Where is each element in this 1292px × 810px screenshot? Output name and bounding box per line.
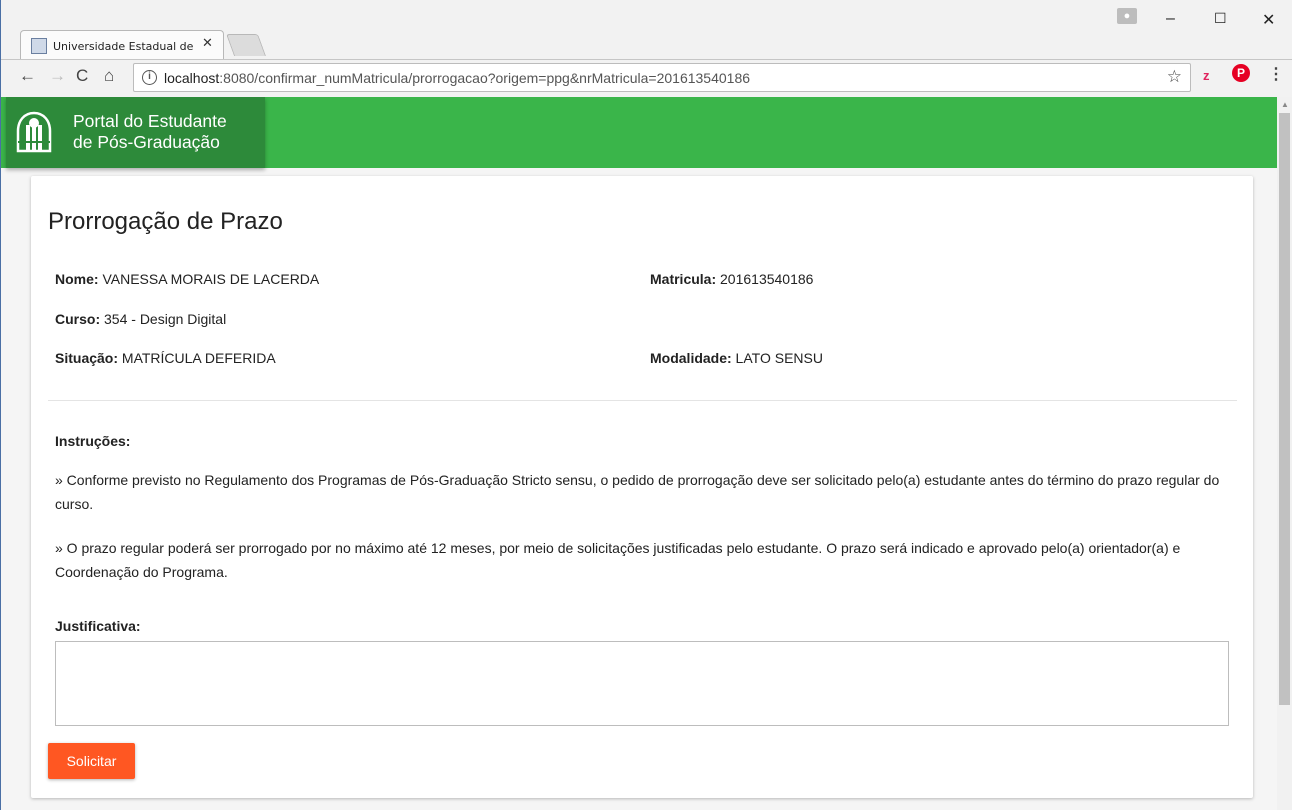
forward-icon[interactable]: → — [49, 66, 66, 86]
page-viewport: Portal do Estudante de Pós-Graduação Pro… — [1, 97, 1277, 810]
vertical-scrollbar[interactable]: ▲ — [1277, 97, 1292, 810]
curso-field: Curso: 354 - Design Digital — [55, 311, 227, 327]
pinterest-extension-icon[interactable]: P — [1232, 64, 1250, 82]
modalidade-field: Modalidade: LATO SENSU — [650, 350, 823, 366]
browser-toolbar: ← → C ⌂ i localhost:8080/confirmar_numMa… — [0, 59, 1292, 97]
bookmark-star-icon[interactable]: ☆ — [1167, 67, 1182, 87]
browser-titlebar: Universidade Estadual de ✕ ● – ☐ ✕ — [0, 0, 1292, 60]
zotero-extension-icon[interactable]: z — [1203, 68, 1210, 83]
brand-title: Portal do Estudante de Pós-Graduação — [73, 111, 227, 152]
minimize-button[interactable]: – — [1166, 10, 1175, 28]
instructions-title: Instruções: — [55, 433, 131, 449]
scroll-up-icon[interactable]: ▲ — [1281, 100, 1289, 109]
address-bar[interactable]: i localhost:8080/confirmar_numMatricula/… — [133, 63, 1191, 92]
main-card: Prorrogação de Prazo Nome: VANESSA MORAI… — [31, 176, 1253, 798]
tab-close-icon[interactable]: ✕ — [202, 35, 213, 51]
instruction-paragraph-2: » O prazo regular poderá ser prorrogado … — [55, 540, 1181, 580]
maximize-button[interactable]: ☐ — [1214, 10, 1227, 27]
brand-block[interactable]: Portal do Estudante de Pós-Graduação — [6, 97, 265, 168]
window-border — [0, 0, 1, 810]
matricula-field: Matricula: 201613540186 — [650, 271, 814, 287]
scroll-thumb[interactable] — [1279, 113, 1290, 705]
home-icon[interactable]: ⌂ — [104, 66, 114, 86]
instruction-paragraph-1: » Conforme previsto no Regulamento dos P… — [55, 472, 1220, 512]
browser-tab[interactable]: Universidade Estadual de ✕ — [20, 30, 224, 59]
tab-title: Universidade Estadual de — [53, 39, 194, 53]
nome-field: Nome: VANESSA MORAIS DE LACERDA — [55, 271, 320, 287]
favicon-icon — [31, 38, 47, 54]
justificativa-label: Justificativa: — [55, 618, 141, 634]
page-title: Prorrogação de Prazo — [48, 208, 283, 235]
new-tab-button[interactable] — [225, 34, 267, 56]
university-logo-icon — [16, 111, 52, 153]
site-header: Portal do Estudante de Pós-Graduação — [1, 97, 1277, 168]
justificativa-textarea[interactable] — [55, 641, 1229, 726]
info-icon[interactable]: i — [142, 70, 157, 85]
divider — [48, 400, 1237, 401]
solicitar-button[interactable]: Solicitar — [48, 743, 135, 779]
browser-menu-icon[interactable]: ⋮ — [1268, 64, 1284, 84]
close-window-button[interactable]: ✕ — [1262, 10, 1275, 30]
situacao-field: Situação: MATRÍCULA DEFERIDA — [55, 350, 276, 366]
back-icon[interactable]: ← — [19, 66, 36, 86]
user-profile-icon[interactable]: ● — [1117, 8, 1137, 24]
reload-icon[interactable]: C — [76, 66, 88, 86]
url-text: localhost:8080/confirmar_numMatricula/pr… — [164, 70, 751, 86]
